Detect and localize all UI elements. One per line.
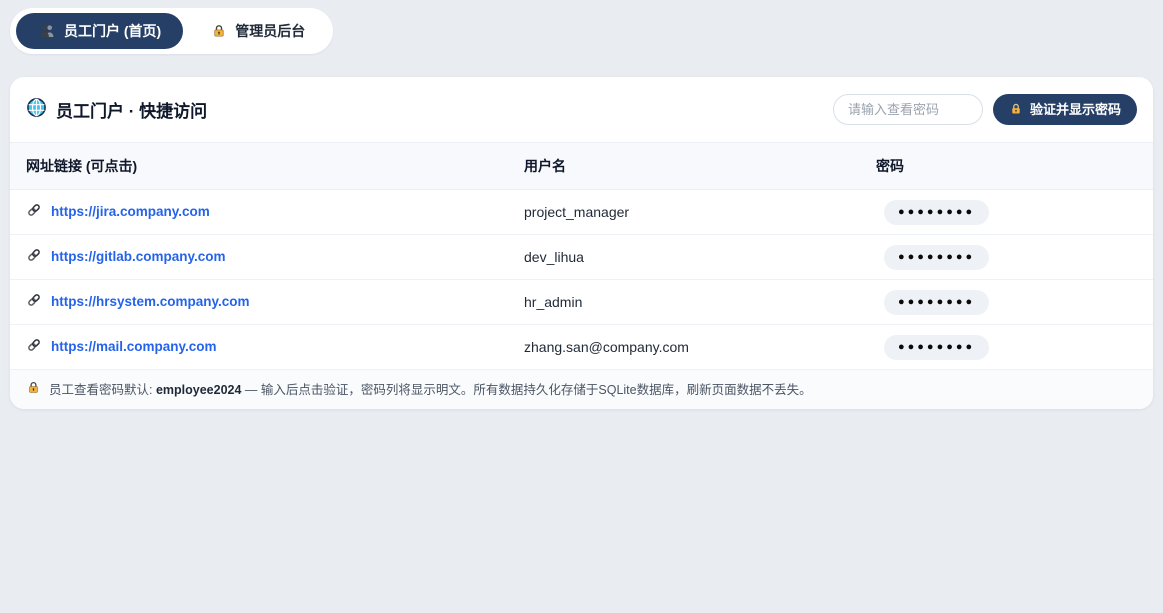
username-cell: hr_admin [508, 294, 860, 310]
masked-password: ●●●●●●●● [884, 290, 989, 315]
hint-note-prefix: 员工查看密码默认: [49, 383, 156, 397]
hint-note-default-password: employee2024 [156, 383, 241, 397]
tab-admin-backend[interactable]: 管理员后台 [189, 15, 327, 47]
password-cell: ●●●●●●●● [860, 290, 1153, 315]
site-link[interactable]: https://hrsystem.company.com [26, 292, 250, 311]
masked-password: ●●●●●●●● [884, 200, 989, 225]
password-cell: ●●●●●●●● [860, 200, 1153, 225]
hint-note: 员工查看密码默认: employee2024 — 输入后点击验证，密码列将显示明… [10, 370, 1153, 409]
site-link-text: https://gitlab.company.com [51, 249, 226, 264]
lock-icon [211, 23, 227, 39]
username-cell: dev_lihua [508, 249, 860, 265]
site-link-text: https://mail.company.com [51, 339, 217, 354]
link-icon [26, 202, 42, 221]
password-cell: ●●●●●●●● [860, 245, 1153, 270]
url-cell: https://jira.company.com [10, 202, 508, 223]
url-cell: https://gitlab.company.com [10, 247, 508, 268]
page-title-text: 员工门户 · 快捷访问 [56, 97, 207, 122]
hint-note-suffix: — 输入后点击验证，密码列将显示明文。所有数据持久化存储于SQLite数据库，刷… [241, 383, 811, 397]
table-row: https://hrsystem.company.com hr_admin ●●… [10, 280, 1153, 325]
tab-label: 管理员后台 [235, 24, 305, 38]
hint-note-text: 员工查看密码默认: employee2024 — 输入后点击验证，密码列将显示明… [49, 379, 812, 398]
table-row: https://gitlab.company.com dev_lihua ●●●… [10, 235, 1153, 280]
quick-access-card: 员工门户 · 快捷访问 验证并显示密码 [10, 77, 1153, 409]
tab-label: 员工门户 (首页) [64, 24, 161, 38]
column-header-password: 密码 [860, 143, 1153, 189]
table-row: https://jira.company.com project_manager… [10, 190, 1153, 235]
site-link[interactable]: https://mail.company.com [26, 337, 217, 356]
table-row: https://mail.company.com zhang.san@compa… [10, 325, 1153, 370]
username-cell: zhang.san@company.com [508, 339, 860, 355]
url-cell: https://hrsystem.company.com [10, 292, 508, 313]
tab-employee-portal[interactable]: 员工门户 (首页) [16, 13, 183, 49]
site-link-text: https://hrsystem.company.com [51, 294, 250, 309]
site-link-text: https://jira.company.com [51, 204, 210, 219]
masked-password: ●●●●●●●● [884, 335, 989, 360]
view-password-input[interactable] [833, 94, 983, 125]
column-header-username: 用户名 [508, 143, 860, 189]
card-header: 员工门户 · 快捷访问 验证并显示密码 [10, 77, 1153, 142]
lock-icon [1009, 102, 1023, 118]
page: 员工门户 (首页) 管理员后台 [0, 0, 1163, 613]
url-cell: https://mail.company.com [10, 337, 508, 358]
verify-show-password-button[interactable]: 验证并显示密码 [993, 94, 1137, 125]
users-icon [38, 22, 56, 40]
header-actions: 验证并显示密码 [833, 94, 1137, 125]
link-icon [26, 337, 42, 356]
username-cell: project_manager [508, 204, 860, 220]
lock-icon [26, 380, 41, 398]
verify-button-label: 验证并显示密码 [1030, 103, 1121, 116]
link-icon [26, 292, 42, 311]
page-title: 员工门户 · 快捷访问 [26, 97, 207, 123]
column-header-url: 网址链接 (可点击) [10, 143, 508, 189]
globe-icon [26, 97, 47, 123]
site-link[interactable]: https://jira.company.com [26, 202, 210, 221]
masked-password: ●●●●●●●● [884, 245, 989, 270]
top-tab-bar: 员工门户 (首页) 管理员后台 [10, 8, 333, 54]
link-icon [26, 247, 42, 266]
password-cell: ●●●●●●●● [860, 335, 1153, 360]
table-header: 网址链接 (可点击) 用户名 密码 [10, 142, 1153, 190]
site-link[interactable]: https://gitlab.company.com [26, 247, 226, 266]
